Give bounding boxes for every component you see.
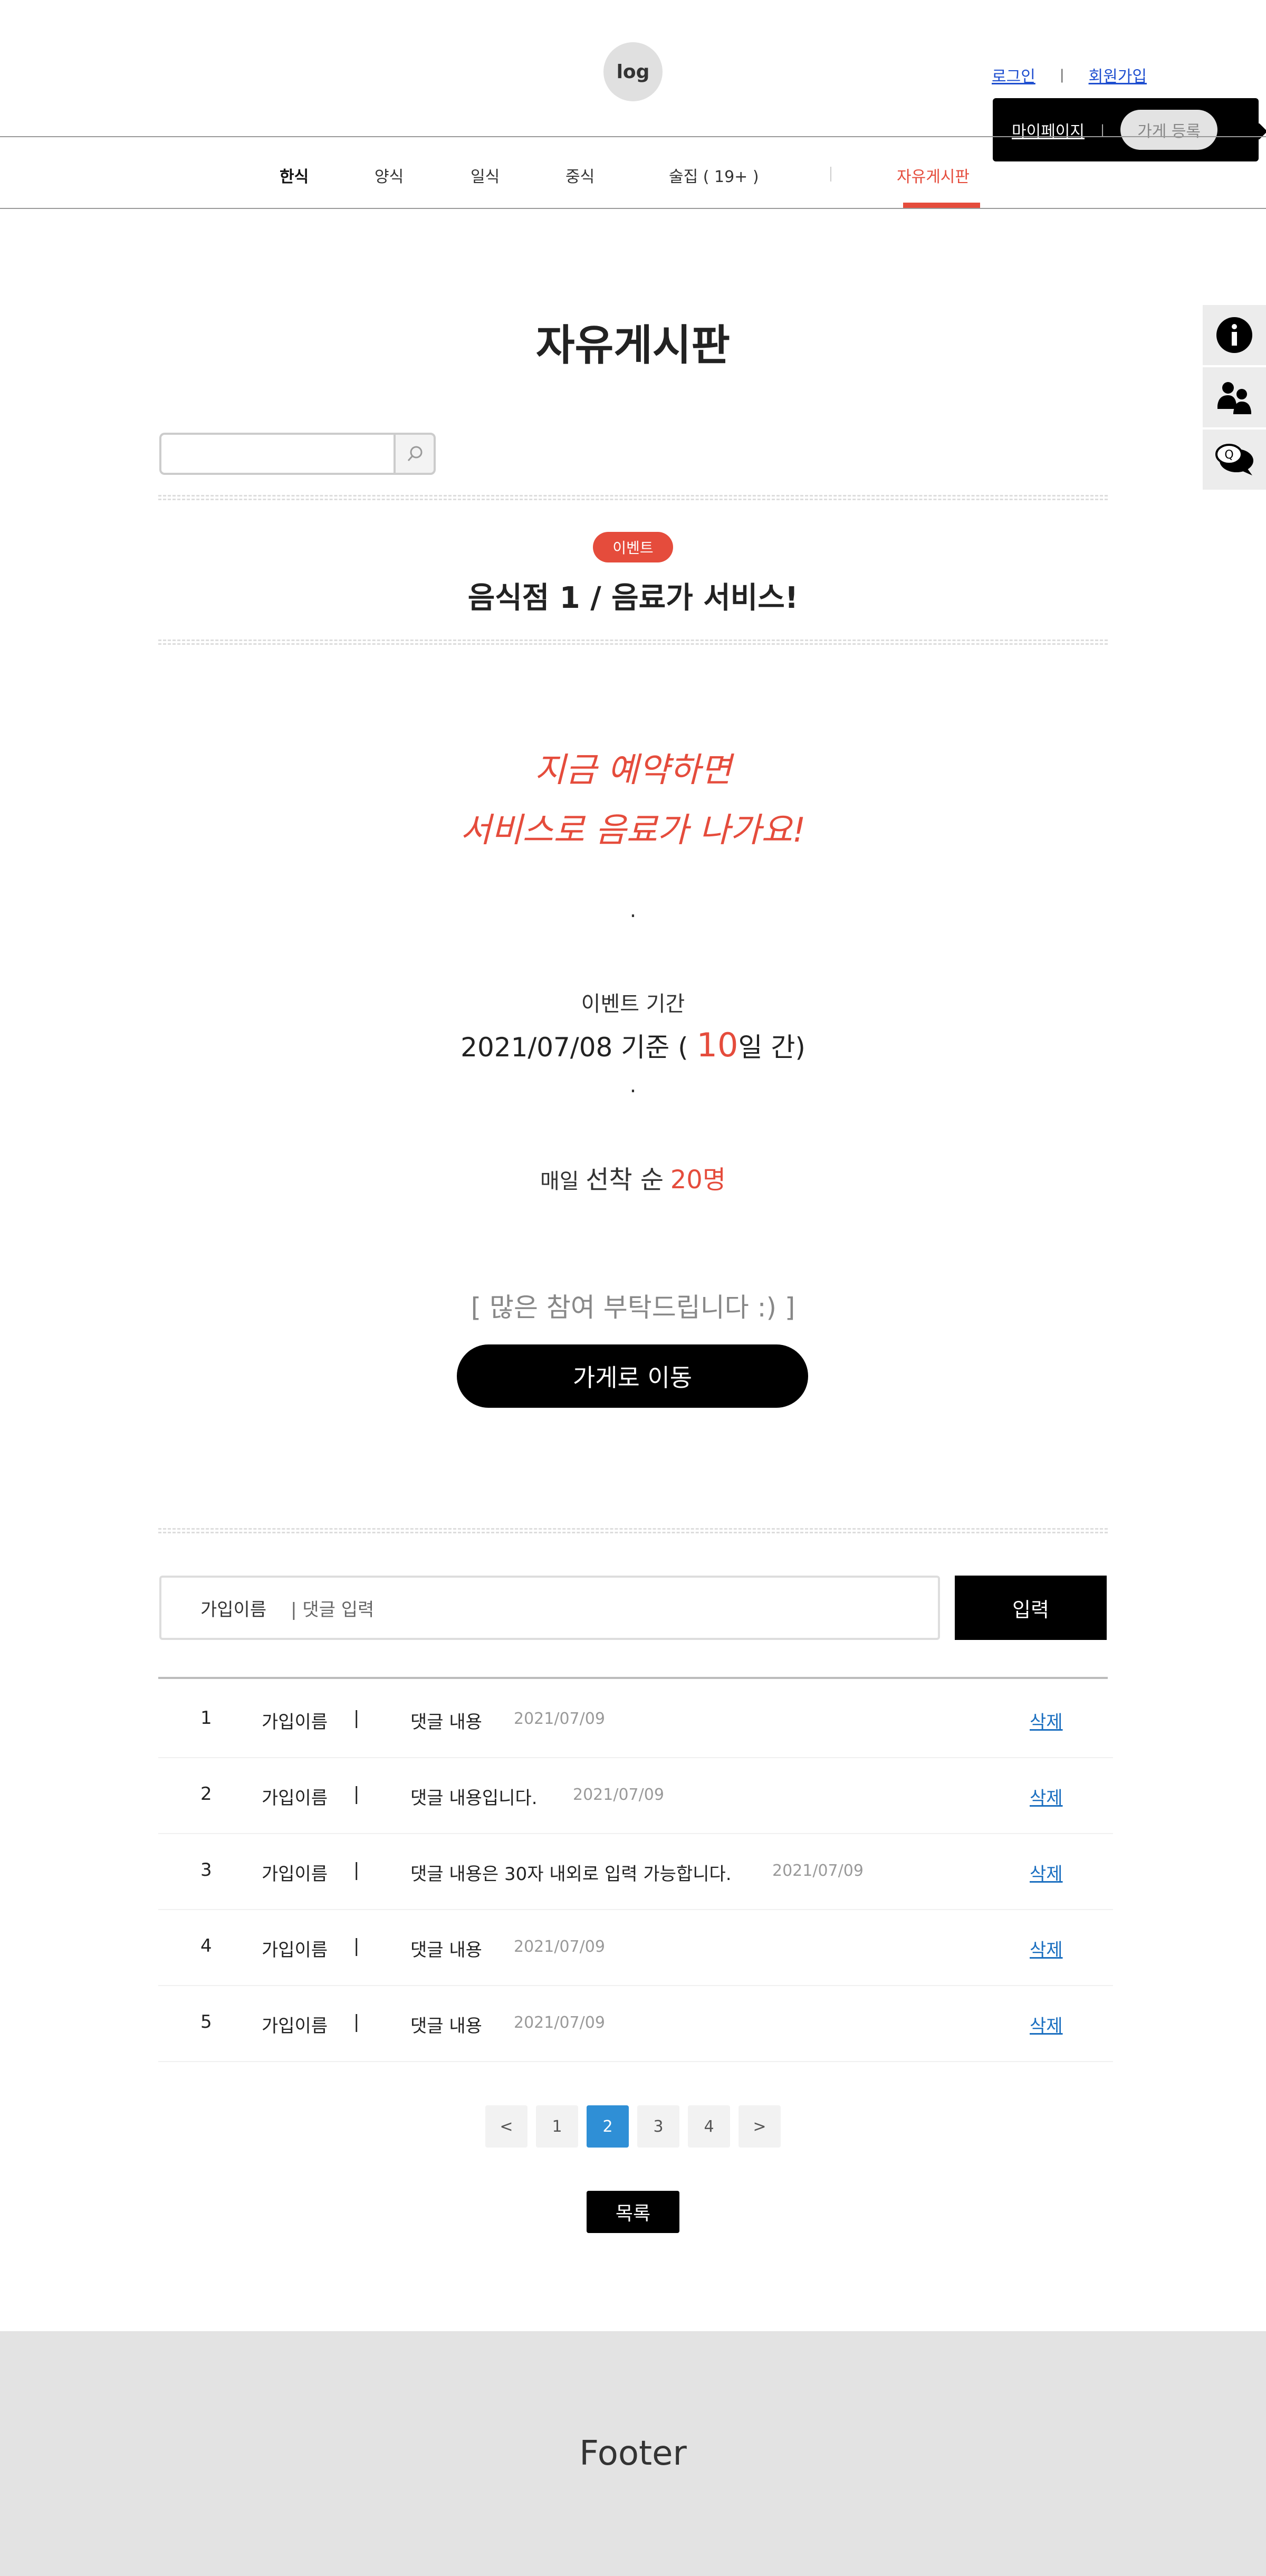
comment-author: 가입이름 [200,1599,267,1620]
comment-author: 가입이름 [262,2016,328,2037]
svg-text:Q: Q [1224,449,1233,462]
qa-button[interactable]: Q [1203,430,1266,492]
footer: Footer [0,2331,1266,2576]
search-input[interactable] [159,433,394,475]
comment-number: 1 [200,1707,212,1729]
comment-author: 가입이름 [262,1788,328,1809]
comment-date: 2021/07/09 [514,1710,605,1728]
popup-separator: | [1100,122,1105,137]
login-link[interactable]: 로그인 [992,63,1035,87]
comment-date: 2021/07/09 [772,1862,864,1880]
delete-link[interactable]: 삭제 [1030,1783,1063,1809]
dot-separator: . [629,1073,637,1098]
auth-separator: | [1059,67,1064,83]
event-period-prefix: 2021/07/08 기준 ( [461,1032,688,1063]
event-period-label: 이벤트 기간 [581,992,685,1016]
page-4-button[interactable]: 4 [688,2105,730,2148]
comment-input[interactable]: 가입이름 | 댓글 입력 [159,1576,940,1640]
divider [158,495,1108,500]
comment-content: 댓글 내용 [410,1712,482,1733]
daily-count: 20명 [670,1165,726,1195]
comment-divider: | [353,2011,360,2033]
comment-author: 가입이름 [262,1864,328,1885]
nav-separator [830,167,831,182]
comment-row: 3 가입이름 | 댓글 내용은 30자 내외로 입력 가능합니다. 2021/0… [158,1834,1113,1910]
event-period-suffix: 일 간) [738,1032,805,1063]
page-2-button[interactable]: 2 [587,2105,629,2148]
comment-number: 5 [200,2011,212,2033]
event-period: 2021/07/08 기준 ( 10일 간) [0,1026,1266,1064]
delete-link[interactable]: 삭제 [1030,1935,1063,1961]
post-title: 음식점 1 / 음료가 서비스! [467,581,799,615]
comment-row: 2 가입이름 | 댓글 내용입니다. 2021/07/09 삭제 [158,1758,1113,1834]
comment-divider: | [353,1783,360,1805]
comment-list-top-border [158,1677,1108,1679]
qa-chat-icon: Q [1215,444,1253,475]
comment-content: 댓글 내용은 30자 내외로 입력 가능합니다. [410,1864,732,1885]
divider [158,1528,1108,1533]
comment-row: 4 가입이름 | 댓글 내용 2021/07/09 삭제 [158,1910,1113,1986]
comment-placeholder: | 댓글 입력 [291,1599,375,1620]
logo[interactable]: log [603,42,663,101]
list-button[interactable]: 목록 [587,2191,679,2233]
nav-item-japanese[interactable]: 일식 [471,164,500,187]
go-to-store-button[interactable]: 가게로 이동 [457,1344,808,1408]
promo-line-1: 지금 예약하면 [534,751,732,790]
users-icon [1217,382,1251,414]
comment-row: 1 가입이름 | 댓글 내용 2021/07/09 삭제 [158,1682,1113,1758]
divider [158,640,1108,645]
comment-content: 댓글 내용 [410,1940,482,1961]
next-page-button[interactable]: > [738,2105,781,2148]
comment-date: 2021/07/09 [514,1938,605,1956]
users-button[interactable] [1203,367,1266,430]
nav-item-chinese[interactable]: 중식 [565,164,594,187]
nav-active-indicator [903,203,980,208]
nav-item-korean[interactable]: 한식 [280,164,309,187]
daily-prefix: 매일 [540,1169,579,1194]
main-nav: 한식 양식 일식 중식 술집 ( 19+ ) 자유게시판 [0,136,1266,209]
comment-row: 5 가입이름 | 댓글 내용 2021/07/09 삭제 [158,1986,1113,2062]
nav-item-free-board[interactable]: 자유게시판 [897,164,970,187]
comment-number: 2 [200,1783,212,1805]
delete-link[interactable]: 삭제 [1030,1859,1063,1885]
search-button[interactable] [394,433,436,475]
page-title: 자유게시판 [536,321,730,370]
closing-message: [ 많은 참여 부탁드립니다 :) ] [471,1292,795,1323]
comment-date: 2021/07/09 [514,2014,605,2032]
page-1-button[interactable]: 1 [536,2105,578,2148]
daily-mid: 선착 순 [586,1165,664,1195]
nav-item-pub[interactable]: 술집 ( 19+ ) [669,164,759,187]
comment-content: 댓글 내용입니다. [410,1788,538,1809]
comment-divider: | [353,1859,360,1881]
prev-page-button[interactable]: < [485,2105,528,2148]
comment-divider: | [353,1707,360,1729]
comment-author: 가입이름 [262,1940,328,1961]
dot-separator: . [629,898,637,922]
daily-limit: 매일 선착 순 20명 [0,1159,1266,1196]
comment-author: 가입이름 [262,1712,328,1733]
search-icon [407,446,423,461]
comment-submit-button[interactable]: 입력 [955,1576,1107,1640]
event-period-days: 10 [696,1026,738,1064]
search-bar [159,433,436,475]
comment-content: 댓글 내용 [410,2016,482,2037]
delete-link[interactable]: 삭제 [1030,2011,1063,2037]
pagination: < 1 2 3 4 > [485,2105,781,2148]
promo-line-2: 서비스로 음료가 나가요! [460,811,806,850]
comment-date: 2021/07/09 [573,1786,664,1804]
event-badge: 이벤트 [593,532,673,562]
comment-number: 4 [200,1935,212,1957]
comment-number: 3 [200,1859,212,1881]
auth-links: 로그인 | 회원가입 [992,63,1147,87]
page-3-button[interactable]: 3 [637,2105,679,2148]
comment-divider: | [353,1935,360,1957]
nav-item-western[interactable]: 양식 [375,164,404,187]
delete-link[interactable]: 삭제 [1030,1707,1063,1733]
signup-link[interactable]: 회원가입 [1089,63,1147,87]
